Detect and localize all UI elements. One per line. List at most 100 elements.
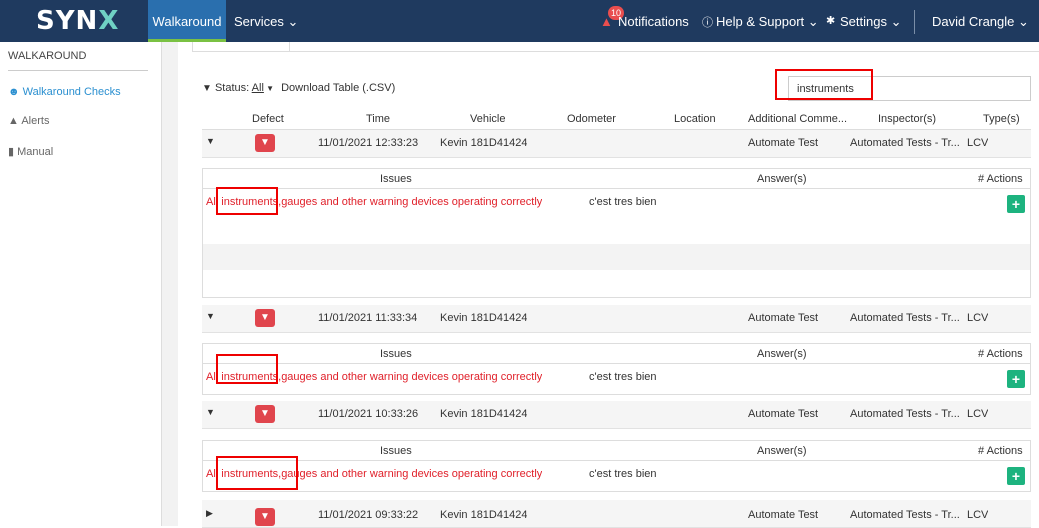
thumbs-down-icon[interactable]: ▼ [255, 508, 275, 526]
table-row[interactable]: ▼ ▼ 11/01/2021 10:33:26 Kevin 181D41424 … [202, 401, 1031, 429]
highlight-search [775, 69, 873, 100]
empty-row [203, 218, 1030, 244]
table-row[interactable]: ▶ ▼ 11/01/2021 09:33:22 Kevin 181D41424 … [202, 500, 1031, 528]
issue-subtable: Issues Answer(s) # Actions All instrumen… [202, 343, 1031, 395]
sub-col-answers: Answer(s) [757, 348, 807, 360]
empty-row [203, 244, 1030, 270]
sub-col-issues: Issues [380, 173, 412, 185]
row-time: 11/01/2021 12:33:23 [318, 137, 419, 149]
subtable-header: Issues Answer(s) # Actions [203, 344, 1030, 364]
sidebar-item-alerts[interactable]: ▲ Alerts [8, 115, 49, 127]
collapse-caret-icon[interactable]: ▼ [206, 407, 215, 417]
row-time: 11/01/2021 09:33:22 [318, 509, 419, 521]
expand-caret-icon[interactable]: ▶ [206, 508, 213, 519]
thumbs-down-icon[interactable]: ▼ [255, 134, 275, 152]
highlight-instruments [216, 187, 278, 215]
row-time: 11/01/2021 10:33:26 [318, 408, 419, 420]
nav-notifications[interactable]: Notifications [618, 14, 689, 29]
sidebar-item-label: Walkaround Checks [22, 86, 121, 98]
row-vehicle: Kevin 181D41424 [440, 509, 528, 521]
subtable-header: Issues Answer(s) # Actions [203, 169, 1030, 189]
col-location[interactable]: Location [674, 113, 716, 125]
status-filter-dropdown[interactable]: All [252, 82, 264, 94]
user-circle-icon: ☻ [8, 86, 20, 98]
answer-text: c'est tres bien [589, 468, 657, 480]
sub-col-answers: Answer(s) [757, 445, 807, 457]
status-label: Status: [214, 82, 250, 94]
table-toolbar: ▼ Status: All ▼ Download Table (.CSV) [202, 82, 395, 94]
row-comment: Automate Test [748, 137, 819, 149]
row-inspector: Automated Tests - Tr... [850, 312, 960, 324]
add-action-button[interactable]: + [1007, 370, 1025, 388]
row-vehicle: Kevin 181D41424 [440, 408, 528, 420]
col-inspectors[interactable]: Inspector(s) [878, 113, 936, 125]
row-comment: Automate Test [748, 509, 819, 521]
col-types[interactable]: Type(s) [983, 113, 1020, 125]
filter-icon: ▼ [202, 83, 212, 94]
col-additional-comments[interactable]: Additional Comme... [748, 113, 847, 125]
row-type: LCV [967, 509, 989, 521]
thumbs-down-icon[interactable]: ▼ [255, 405, 275, 423]
sub-col-answers: Answer(s) [757, 173, 807, 185]
sidebar-title: WALKAROUND [8, 50, 87, 62]
gear-icon: ✱ [826, 15, 836, 27]
sidebar-item-manual[interactable]: ▮ Manual [8, 145, 53, 158]
tab-divider [290, 51, 1039, 52]
download-csv-link[interactable]: Download Table (.CSV) [281, 82, 395, 94]
sidebar-divider [8, 70, 148, 71]
nav-divider [914, 10, 915, 34]
row-comment: Automate Test [748, 312, 819, 324]
row-type: LCV [967, 312, 989, 324]
col-odometer[interactable]: Odometer [567, 113, 616, 125]
table-row[interactable]: ▼ ▼ 11/01/2021 12:33:23 Kevin 181D41424 … [202, 130, 1031, 158]
table-header: Defect Time Vehicle Odometer Location Ad… [202, 110, 1031, 130]
main-content: ▼ Status: All ▼ Download Table (.CSV) De… [178, 42, 1039, 528]
table-row[interactable]: ▼ ▼ 11/01/2021 11:33:34 Kevin 181D41424 … [202, 305, 1031, 333]
collapse-caret-icon[interactable]: ▼ [206, 136, 215, 146]
sub-col-actions: # Actions [978, 173, 1023, 185]
sub-col-issues: Issues [380, 445, 412, 457]
row-inspector: Automated Tests - Tr... [850, 408, 960, 420]
col-time[interactable]: Time [366, 113, 390, 125]
highlight-instruments [216, 456, 298, 490]
tab-partial[interactable] [192, 42, 290, 52]
user-menu[interactable]: David Crangle ⌄ [932, 14, 1029, 30]
top-navbar: SYNX Walkaround Services ⌄ ▲ 10 Notifica… [0, 0, 1039, 42]
collapse-caret-icon[interactable]: ▼ [206, 311, 215, 321]
nav-services[interactable]: Services ⌄ [234, 14, 298, 30]
sub-col-actions: # Actions [978, 445, 1023, 457]
add-action-button[interactable]: + [1007, 467, 1025, 485]
thumbs-down-icon[interactable]: ▼ [255, 309, 275, 327]
sidebar-item-label: Alerts [21, 115, 50, 127]
help-icon: ⓘ [702, 17, 713, 29]
row-inspector: Automated Tests - Tr... [850, 137, 960, 149]
sidebar: WALKAROUND ☻ Walkaround Checks ▲ Alerts … [0, 42, 162, 526]
row-time: 11/01/2021 11:33:34 [318, 312, 418, 324]
highlight-instruments [216, 354, 278, 384]
row-comment: Automate Test [748, 408, 819, 420]
issue-subtable: Issues Answer(s) # Actions All instrumen… [202, 440, 1031, 492]
synx-logo[interactable]: SYNX [36, 6, 119, 36]
sidebar-item-label: Manual [17, 146, 54, 158]
sidebar-gutter [162, 42, 178, 526]
add-action-button[interactable]: + [1007, 195, 1025, 213]
caret-down-icon: ▼ [263, 84, 275, 93]
book-icon: ▮ [8, 146, 15, 158]
issue-subtable: Issues Answer(s) # Actions All instrumen… [202, 168, 1031, 298]
answer-text: c'est tres bien [589, 371, 657, 383]
nav-help-support[interactable]: Help & Support ⌄ [716, 14, 819, 30]
row-type: LCV [967, 408, 989, 420]
col-defect[interactable]: Defect [252, 113, 284, 125]
warning-icon: ▲ [8, 115, 19, 127]
nav-settings[interactable]: Settings ⌄ [840, 14, 901, 30]
sidebar-item-walkaround-checks[interactable]: ☻ Walkaround Checks [8, 86, 121, 98]
row-vehicle: Kevin 181D41424 [440, 312, 528, 324]
nav-walkaround[interactable]: Walkaround [148, 0, 226, 42]
row-inspector: Automated Tests - Tr... [850, 509, 960, 521]
sub-col-issues: Issues [380, 348, 412, 360]
row-type: LCV [967, 137, 989, 149]
subtable-header: Issues Answer(s) # Actions [203, 441, 1030, 461]
col-vehicle[interactable]: Vehicle [470, 113, 505, 125]
row-vehicle: Kevin 181D41424 [440, 137, 528, 149]
answer-text: c'est tres bien [589, 196, 657, 208]
